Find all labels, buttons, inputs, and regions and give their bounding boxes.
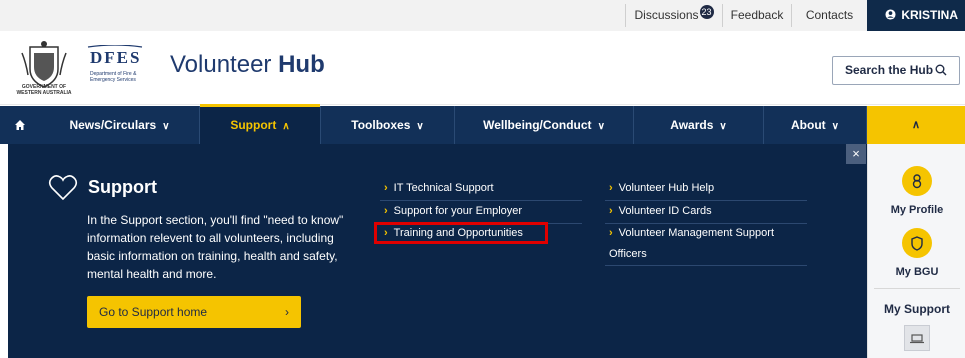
- nav-item-label: Wellbeing/Conduct: [483, 118, 592, 132]
- chevron-down-icon: ∨: [831, 121, 839, 132]
- chevron-right-icon: ›: [609, 205, 613, 217]
- user-menu-button[interactable]: KRISTINA ▼: [867, 0, 965, 52]
- nav-item-label: Support: [230, 118, 277, 132]
- feedback-link[interactable]: Feedback: [723, 0, 791, 31]
- nav-item-label: About: [791, 118, 826, 132]
- link-volunteer-management-support-officers[interactable]: › Volunteer Management Support: [609, 226, 774, 241]
- my-bgu-button[interactable]: [902, 228, 932, 258]
- link-label: Support for your Employer: [393, 205, 523, 217]
- crest-caption: GOVERNMENT OF WESTERN AUSTRALIA: [16, 84, 72, 96]
- highlight-box: [374, 222, 548, 244]
- nav-item-label: News/Circulars: [69, 118, 157, 132]
- link-label: Volunteer Hub Help: [618, 182, 715, 194]
- contacts-link[interactable]: Contacts: [792, 0, 867, 31]
- site-title[interactable]: Volunteer Hub: [170, 51, 325, 79]
- my-profile-button[interactable]: [902, 166, 932, 196]
- search-button[interactable]: Search the Hub: [832, 56, 960, 85]
- my-profile-label[interactable]: My Profile: [868, 204, 965, 216]
- chevron-right-icon: ›: [384, 182, 388, 194]
- my-bgu-label[interactable]: My BGU: [868, 266, 965, 278]
- divider: [874, 288, 960, 289]
- search-icon: [935, 64, 947, 76]
- go-to-support-home-button[interactable]: Go to Support home ›: [87, 296, 301, 328]
- dfes-subtitle: Department of Fire & Emergency Services: [90, 71, 137, 83]
- my-support-heading: My Support: [884, 302, 950, 316]
- link-officers-continued[interactable]: Officers: [609, 247, 647, 262]
- support-mega-menu: Support In the Support section, you'll f…: [8, 144, 867, 358]
- chevron-right-icon: ›: [285, 305, 289, 319]
- heart-outline-icon: [48, 175, 78, 201]
- user-name: KRISTINA: [901, 8, 958, 22]
- divider: [605, 223, 807, 224]
- site-header: GOVERNMENT OF WESTERN AUSTRALIA DFES Dep…: [0, 31, 965, 105]
- chevron-right-icon: ›: [609, 182, 613, 194]
- nav-item-label: Awards: [670, 118, 714, 132]
- nav-home[interactable]: [0, 106, 40, 144]
- search-label: Search the Hub: [845, 63, 934, 77]
- chevron-down-icon: ∨: [719, 121, 727, 132]
- link-it-technical-support[interactable]: › IT Technical Support: [384, 181, 494, 196]
- support-title: Support: [88, 177, 157, 197]
- my-support-item-button[interactable]: [904, 325, 930, 351]
- nav-item-news-circulars[interactable]: News/Circulars ∨: [40, 106, 200, 144]
- chevron-down-icon: ∨: [597, 121, 605, 132]
- divider: [380, 200, 582, 201]
- discussions-link[interactable]: Discussions 23: [626, 0, 722, 31]
- nav-item-wellbeing-conduct[interactable]: Wellbeing/Conduct ∨: [455, 106, 634, 144]
- close-menu-button[interactable]: ×: [846, 144, 866, 164]
- chevron-down-icon: ∨: [162, 121, 170, 132]
- chevron-up-icon: ∧: [911, 119, 921, 131]
- user-circle-icon: [885, 9, 896, 20]
- link-label: Volunteer Management Support: [618, 227, 774, 239]
- nav-item-awards[interactable]: Awards ∨: [634, 106, 764, 144]
- main-nav: News/Circulars ∨ Support ∧ Toolboxes ∨ Well…: [0, 104, 965, 144]
- site-title-regular: Volunteer: [170, 51, 272, 78]
- laptop-icon: [910, 334, 924, 344]
- chevron-down-icon: ∨: [416, 121, 424, 132]
- chevron-up-icon: ∧: [282, 121, 290, 132]
- person-icon: [912, 174, 922, 189]
- rail-toggle-button[interactable]: ∧: [867, 106, 965, 144]
- chevron-right-icon: ›: [384, 205, 388, 217]
- link-label: Volunteer ID Cards: [618, 205, 712, 217]
- site-title-bold: Hub: [278, 51, 325, 78]
- nav-item-toolboxes[interactable]: Toolboxes ∨: [321, 106, 455, 144]
- divider: [605, 265, 807, 266]
- home-icon: [15, 120, 25, 130]
- link-support-for-your-employer[interactable]: › Support for your Employer: [384, 204, 522, 219]
- dfes-wordmark: DFES: [90, 48, 142, 67]
- nav-item-label: Toolboxes: [351, 118, 411, 132]
- link-label: IT Technical Support: [393, 182, 494, 194]
- chevron-right-icon: ›: [609, 227, 613, 239]
- utility-bar: Discussions 23 Feedback Contacts KRISTINA…: [0, 0, 965, 52]
- link-volunteer-hub-help[interactable]: › Volunteer Hub Help: [609, 181, 714, 196]
- shield-icon: [911, 236, 923, 251]
- discussions-count-badge: 23: [699, 5, 714, 19]
- support-description: In the Support section, you'll find "nee…: [87, 213, 344, 281]
- quick-links-rail: My Profile My BGU My Support: [867, 144, 965, 358]
- link-volunteer-id-cards[interactable]: › Volunteer ID Cards: [609, 204, 712, 219]
- discussions-label: Discussions: [634, 8, 699, 22]
- divider: [605, 200, 807, 201]
- go-home-label: Go to Support home: [99, 305, 208, 319]
- nav-item-support[interactable]: Support ∧: [200, 104, 321, 144]
- nav-item-about[interactable]: About ∨: [764, 106, 867, 144]
